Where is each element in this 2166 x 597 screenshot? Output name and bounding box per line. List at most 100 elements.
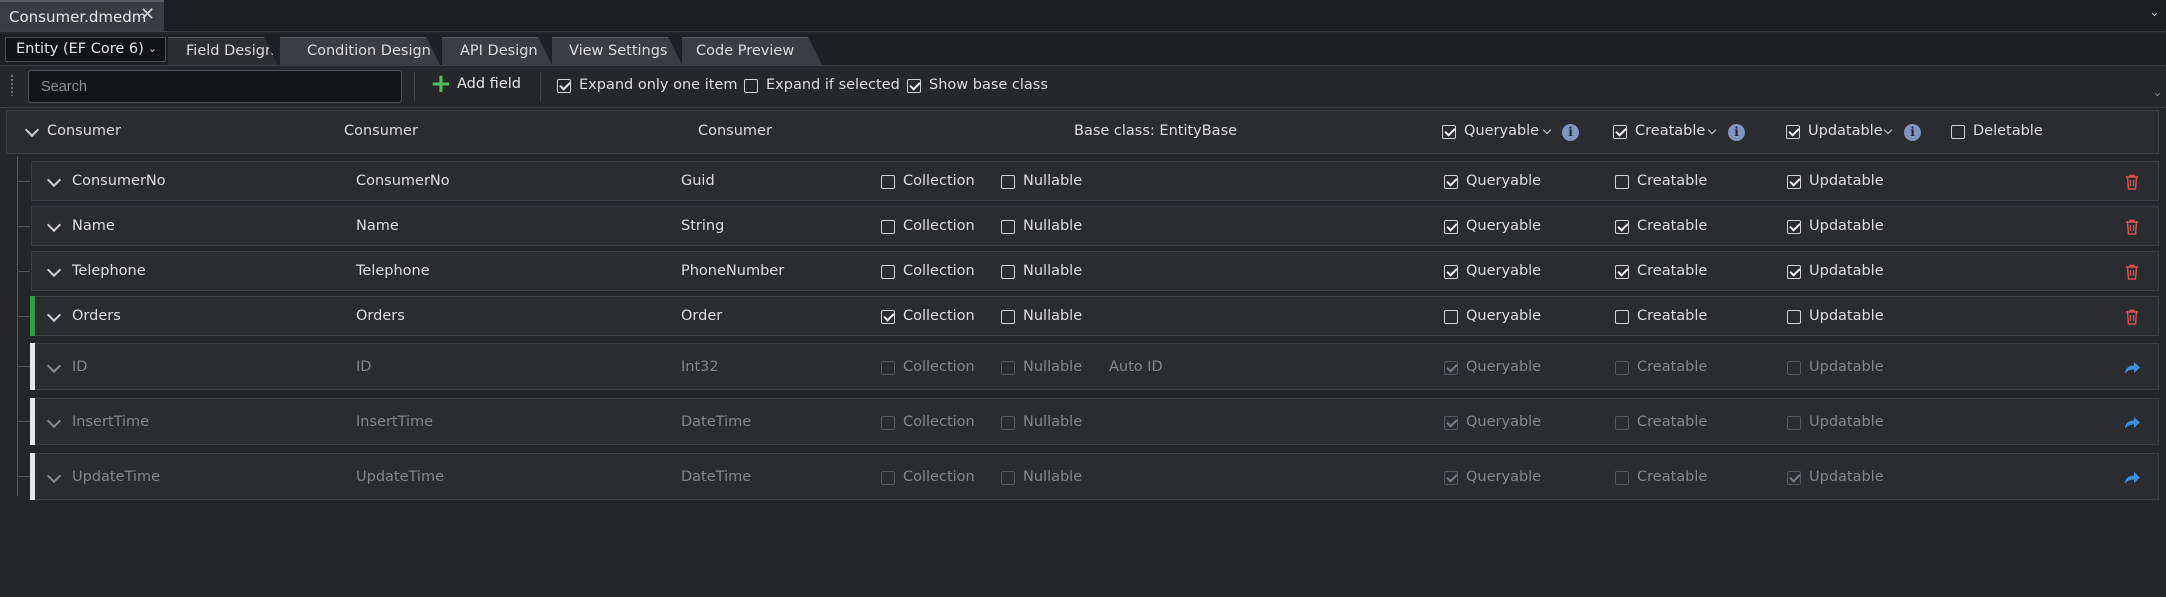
field-row[interactable]: ID ID Int32 Collection Nullable Auto ID Querya… (30, 343, 2159, 390)
checkbox-box[interactable] (1615, 265, 1629, 279)
field-name[interactable]: Orders (72, 308, 121, 324)
chevron-down-icon[interactable] (46, 217, 62, 233)
field-name[interactable]: ID (72, 359, 87, 375)
field-type[interactable]: DateTime (681, 469, 751, 485)
checkbox-box[interactable] (1444, 220, 1458, 234)
share-arrow-icon[interactable] (2123, 359, 2141, 377)
field-name[interactable]: InsertTime (72, 414, 149, 430)
checkbox-box[interactable] (1787, 220, 1801, 234)
checkbox-box[interactable] (1444, 265, 1458, 279)
checkbox-box[interactable] (881, 265, 895, 279)
field-row[interactable]: Telephone Telephone PhoneNumber Collection N… (31, 251, 2159, 291)
checkbox-box[interactable] (1001, 416, 1015, 430)
search-input[interactable] (28, 70, 402, 103)
info-icon[interactable]: i (1904, 124, 1921, 141)
checkbox-box[interactable] (1951, 125, 1965, 139)
field-display-name[interactable]: ID (356, 359, 371, 375)
checkbox-box[interactable] (1787, 416, 1801, 430)
entity-table-name[interactable]: Consumer (698, 123, 772, 139)
field-display-name[interactable]: InsertTime (356, 414, 433, 430)
field-row[interactable]: InsertTime InsertTime DateTime Collection Nu… (30, 398, 2159, 445)
checkbox-box[interactable] (881, 416, 895, 430)
checkbox-box[interactable] (881, 361, 895, 375)
checkbox-box[interactable] (1613, 125, 1627, 139)
tab-api-design[interactable]: API Design (442, 37, 552, 65)
field-row[interactable]: ConsumerNo ConsumerNo Guid Collection Nullab… (31, 161, 2159, 201)
trash-icon[interactable] (2125, 174, 2139, 190)
field-name[interactable]: UpdateTime (72, 469, 160, 485)
chevron-down-icon[interactable] (1883, 125, 1893, 135)
field-display-name[interactable]: Orders (356, 308, 405, 324)
checkbox-box[interactable] (1615, 361, 1629, 375)
checkbox-box[interactable] (1001, 175, 1015, 189)
chevron-down-icon[interactable] (46, 262, 62, 278)
field-row[interactable]: Name Name String Collection Nullable Queryabl… (31, 206, 2159, 246)
checkbox-box[interactable] (1615, 416, 1629, 430)
chevron-down-icon[interactable] (46, 358, 62, 374)
tab-field-design[interactable]: Field Design (168, 37, 278, 65)
field-display-name[interactable]: Telephone (356, 263, 430, 279)
entity-header-row[interactable]: Consumer Consumer Consumer Base class: E… (6, 110, 2159, 154)
checkbox-box[interactable] (557, 79, 571, 93)
checkbox-box[interactable] (1615, 175, 1629, 189)
info-icon[interactable]: i (1728, 124, 1745, 141)
checkbox-box[interactable] (907, 79, 921, 93)
checkbox-box[interactable] (1787, 361, 1801, 375)
field-type[interactable]: Int32 (681, 359, 719, 375)
field-name[interactable]: Telephone (72, 263, 146, 279)
checkbox-box[interactable] (1444, 175, 1458, 189)
checkbox-box[interactable] (1615, 220, 1629, 234)
toolbar-grip-icon[interactable] (10, 74, 15, 96)
field-type[interactable]: PhoneNumber (681, 263, 784, 279)
chevron-down-icon[interactable] (46, 468, 62, 484)
field-type[interactable]: Order (681, 308, 722, 324)
chevron-down-icon[interactable]: ⌄ (2153, 86, 2162, 99)
document-tab[interactable]: Consumer.dmedm ✕ (0, 0, 164, 31)
chevron-down-icon[interactable] (46, 307, 62, 323)
info-icon[interactable]: i (1562, 124, 1579, 141)
field-type[interactable]: Guid (681, 173, 715, 189)
checkbox-box[interactable] (881, 220, 895, 234)
checkbox-box[interactable] (881, 175, 895, 189)
checkbox-box[interactable] (1787, 310, 1801, 324)
tab-code-preview[interactable]: Code Preview (682, 37, 822, 65)
tab-condition-design[interactable]: Condition Design (280, 37, 440, 65)
checkbox-box[interactable] (1001, 471, 1015, 485)
close-icon[interactable]: ✕ (140, 6, 155, 24)
field-display-name[interactable]: UpdateTime (356, 469, 444, 485)
checkbox-box[interactable] (1001, 310, 1015, 324)
field-row[interactable]: Orders Orders Order Collection Nullable Query… (30, 296, 2159, 336)
tab-view-settings[interactable]: View Settings (552, 37, 682, 65)
field-name[interactable]: ConsumerNo (72, 173, 166, 189)
checkbox-box[interactable] (881, 471, 895, 485)
checkbox-box[interactable] (881, 310, 895, 324)
entity-name[interactable]: Consumer (47, 123, 121, 139)
checkbox-box[interactable] (1615, 310, 1629, 324)
checkbox-box[interactable] (1442, 125, 1456, 139)
checkbox-box[interactable] (1787, 265, 1801, 279)
trash-icon[interactable] (2125, 219, 2139, 235)
field-type[interactable]: String (681, 218, 724, 234)
checkbox-box[interactable] (1786, 125, 1800, 139)
chevron-down-icon[interactable] (1542, 125, 1552, 135)
checkbox-box[interactable] (1001, 361, 1015, 375)
field-name[interactable]: Name (72, 218, 115, 234)
chevron-down-icon[interactable]: ⌄ (2149, 5, 2160, 20)
trash-icon[interactable] (2125, 264, 2139, 280)
checkbox-box[interactable] (1444, 310, 1458, 324)
checkbox-box[interactable] (1444, 416, 1458, 430)
checkbox-box[interactable] (1787, 471, 1801, 485)
checkbox-box[interactable] (744, 79, 758, 93)
chevron-down-icon[interactable] (1707, 125, 1717, 135)
checkbox-box[interactable] (1001, 220, 1015, 234)
field-type[interactable]: DateTime (681, 414, 751, 430)
chevron-down-icon[interactable] (46, 172, 62, 188)
checkbox-box[interactable] (1444, 471, 1458, 485)
checkbox-box[interactable] (1787, 175, 1801, 189)
share-arrow-icon[interactable] (2123, 469, 2141, 487)
checkbox-box[interactable] (1444, 361, 1458, 375)
field-display-name[interactable]: ConsumerNo (356, 173, 450, 189)
field-row[interactable]: UpdateTime UpdateTime DateTime Collection Nu… (30, 453, 2159, 500)
chevron-down-icon[interactable] (24, 122, 40, 138)
share-arrow-icon[interactable] (2123, 414, 2141, 432)
